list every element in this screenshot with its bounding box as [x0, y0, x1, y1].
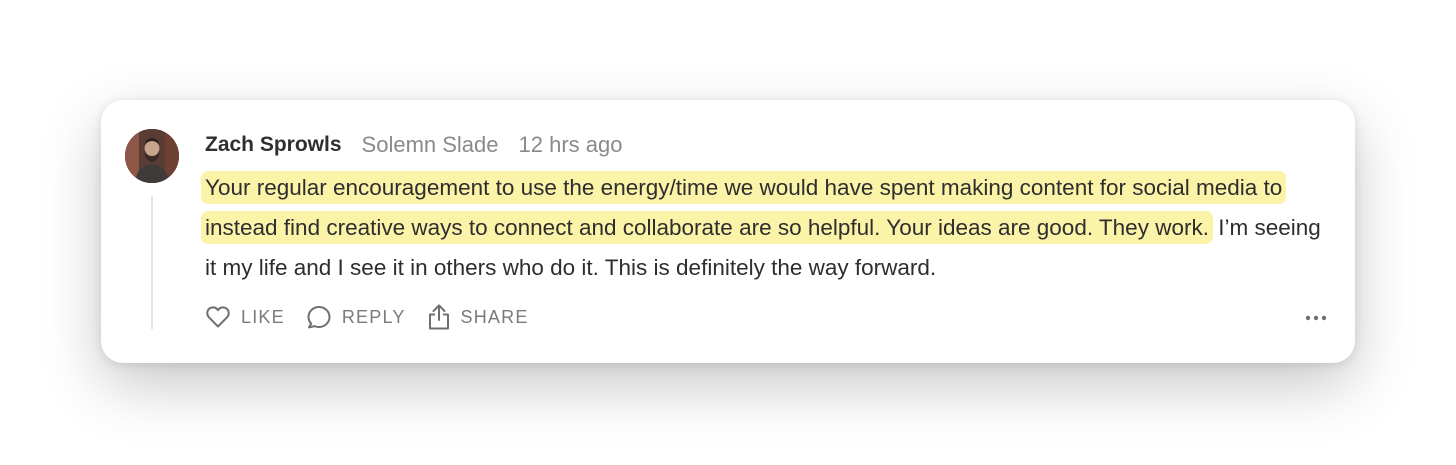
speech-bubble-icon	[306, 304, 332, 330]
share-button[interactable]: SHARE	[427, 303, 529, 331]
share-label: SHARE	[460, 306, 529, 327]
like-button[interactable]: LIKE	[205, 305, 285, 329]
publication-name[interactable]: Solemn Slade	[362, 132, 499, 158]
ellipsis-icon	[1305, 308, 1327, 326]
timestamp[interactable]: 12 hrs ago	[519, 132, 623, 158]
like-label: LIKE	[241, 306, 285, 327]
comment-body: Your regular encouragement to use the en…	[201, 168, 1337, 288]
comment-card: Zach Sprowls Solemn Slade 12 hrs ago You…	[101, 100, 1355, 363]
comment-actions: LIKE REPLY SHARE	[205, 302, 550, 332]
more-options-button[interactable]	[1304, 307, 1328, 327]
avatar[interactable]	[125, 129, 179, 183]
heart-icon	[205, 305, 231, 329]
reply-label: REPLY	[341, 306, 406, 327]
author-name[interactable]: Zach Sprowls	[205, 133, 342, 157]
highlighted-text: Your regular encouragement to use the en…	[201, 171, 1287, 244]
comment-header: Zach Sprowls Solemn Slade 12 hrs ago	[205, 130, 622, 160]
avatar-image	[125, 129, 179, 183]
share-icon	[427, 303, 451, 331]
reply-button[interactable]: REPLY	[306, 304, 406, 330]
thread-line	[151, 196, 153, 329]
